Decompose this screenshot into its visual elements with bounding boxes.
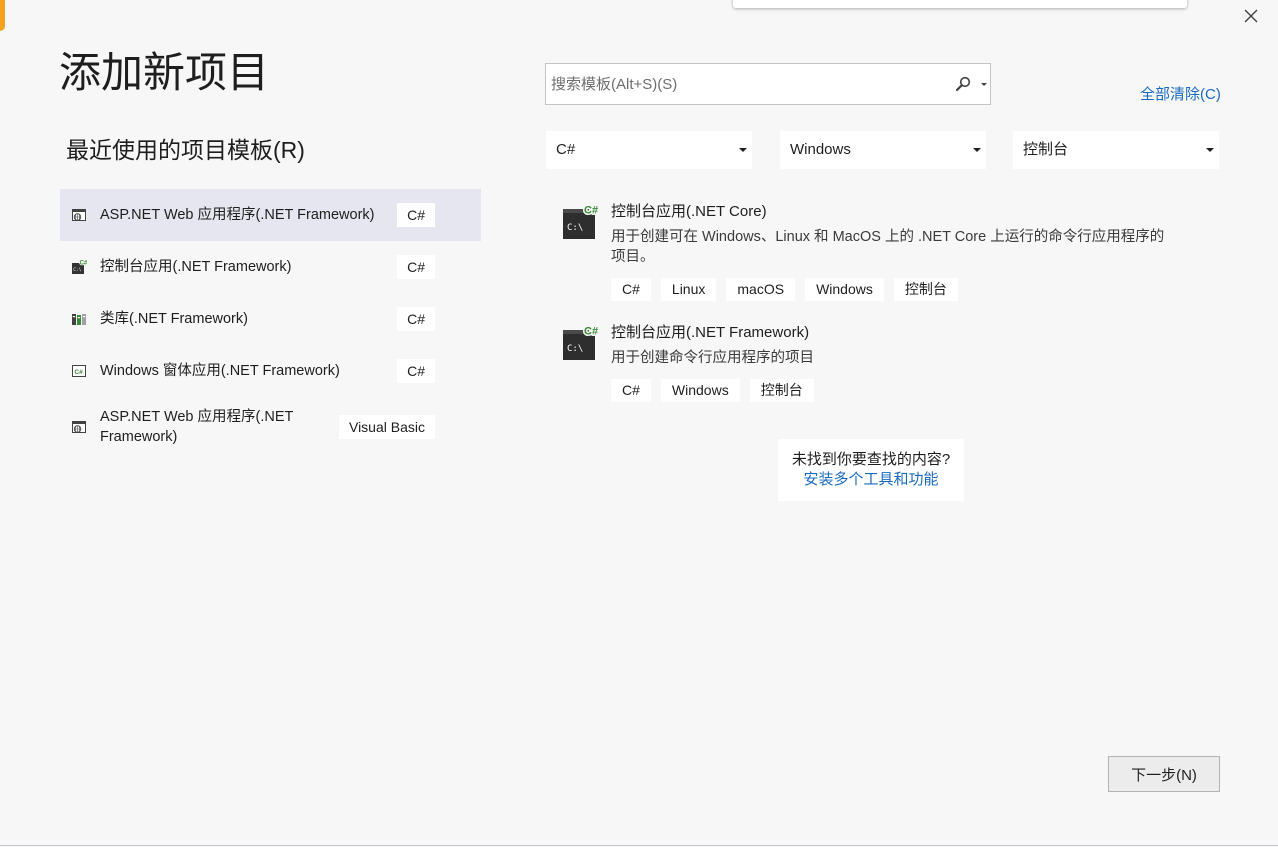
- list-item[interactable]: 类库(.NET Framework) C#: [60, 293, 481, 345]
- recent-templates-list: ASP.NET Web 应用程序(.NET Framework) C# C:\ …: [60, 189, 481, 457]
- recent-templates-heading: 最近使用的项目模板(R): [66, 137, 305, 163]
- list-item-label: ASP.NET Web 应用程序(.NET Framework): [100, 207, 375, 223]
- chevron-down-icon[interactable]: [973, 148, 981, 152]
- install-tools-link[interactable]: 安装多个工具和功能: [778, 470, 964, 490]
- tag: Windows: [805, 278, 884, 301]
- window-accent: [0, 0, 5, 31]
- not-found-panel: 未找到你要查找的内容? 安装多个工具和功能: [778, 439, 964, 501]
- search-input[interactable]: [551, 64, 947, 104]
- web-app-icon: [72, 209, 86, 221]
- list-item-label: 类库(.NET Framework): [100, 311, 248, 327]
- csharp-mark-glyph: C#: [584, 326, 598, 338]
- list-item[interactable]: C:\ C# 控制台应用(.NET Framework) C#: [60, 241, 481, 293]
- windows-forms-icon: C#: [72, 365, 86, 377]
- tag: macOS: [726, 278, 796, 301]
- tag: Windows: [660, 379, 740, 402]
- chevron-down-icon[interactable]: [981, 83, 987, 86]
- class-library-icon: [72, 314, 86, 325]
- language-filter-dropdown[interactable]: C#: [546, 131, 752, 169]
- language-filter-value: C#: [556, 141, 576, 158]
- tag: C#: [611, 278, 651, 301]
- list-item-label: 控制台应用(.NET Framework): [100, 259, 292, 275]
- platform-filter-value: Windows: [790, 141, 851, 158]
- next-button[interactable]: 下一步(N): [1108, 756, 1220, 792]
- csharp-mark-glyph: C#: [584, 205, 598, 217]
- template-description: 用于创建命令行应用程序的项目: [611, 350, 814, 366]
- tag: 控制台: [893, 278, 958, 301]
- console-prompt-glyph: C:\: [567, 223, 583, 233]
- project-type-filter-value: 控制台: [1023, 141, 1069, 158]
- template-result-body: 控制台应用(.NET Core) 用于创建可在 Windows、Linux 和 …: [611, 201, 1171, 301]
- clear-all-link[interactable]: 全部清除(C): [1140, 85, 1221, 105]
- close-icon: [1244, 9, 1258, 23]
- template-tags: C# Windows 控制台: [611, 379, 1171, 402]
- chevron-down-icon[interactable]: [739, 148, 747, 152]
- language-badge: C#: [397, 203, 435, 227]
- not-found-question: 未找到你要查找的内容?: [791, 451, 951, 468]
- language-badge: Visual Basic: [338, 415, 435, 439]
- search-icon[interactable]: [955, 76, 971, 92]
- list-item-label: Windows 窗体应用(.NET Framework): [100, 363, 340, 379]
- search-box[interactable]: [545, 63, 991, 105]
- console-app-icon: C:\ C#: [563, 203, 599, 239]
- language-badge: C#: [397, 255, 435, 279]
- csharp-mark-glyph: C#: [80, 261, 87, 267]
- template-tags: C# Linux macOS Windows 控制台: [611, 278, 1171, 301]
- console-app-icon: C:\ C#: [72, 260, 87, 274]
- page-title: 添加新项目: [59, 49, 270, 96]
- list-item[interactable]: C# Windows 窗体应用(.NET Framework) C#: [60, 345, 481, 397]
- template-results-list: C:\ C# 控制台应用(.NET Core) 用于创建可在 Windows、L…: [562, 201, 1182, 402]
- list-item-label: ASP.NET Web 应用程序(.NET Framework): [100, 409, 294, 445]
- chevron-down-icon[interactable]: [1206, 148, 1214, 152]
- tag: Linux: [660, 278, 717, 301]
- template-result[interactable]: C:\ C# 控制台应用(.NET Core) 用于创建可在 Windows、L…: [562, 201, 1182, 301]
- console-prompt-glyph: C:\: [73, 267, 81, 273]
- web-app-icon: [72, 421, 86, 433]
- close-button[interactable]: [1241, 6, 1261, 26]
- template-title: 控制台应用(.NET Framework): [611, 324, 810, 341]
- tag: 控制台: [749, 379, 814, 402]
- platform-filter-dropdown[interactable]: Windows: [780, 131, 986, 169]
- template-result-body: 控制台应用(.NET Framework) 用于创建命令行应用程序的项目 C# …: [611, 322, 1171, 402]
- list-item[interactable]: ASP.NET Web 应用程序(.NET Framework) Visual …: [60, 397, 481, 457]
- language-badge: C#: [397, 307, 435, 331]
- window-bottom-border: [0, 845, 1278, 846]
- template-description: 用于创建可在 Windows、Linux 和 MacOS 上的 .NET Cor…: [611, 229, 1165, 265]
- list-item[interactable]: ASP.NET Web 应用程序(.NET Framework) C#: [60, 189, 481, 241]
- template-title: 控制台应用(.NET Core): [611, 203, 767, 220]
- language-badge: C#: [397, 359, 435, 383]
- csharp-mark-glyph: C#: [74, 369, 83, 376]
- tag: C#: [611, 379, 651, 402]
- project-type-filter-dropdown[interactable]: 控制台: [1013, 131, 1219, 169]
- template-result[interactable]: C:\ C# 控制台应用(.NET Framework) 用于创建命令行应用程序…: [562, 322, 1182, 402]
- console-prompt-glyph: C:\: [567, 344, 583, 354]
- console-app-icon: C:\ C#: [563, 324, 599, 360]
- add-new-project-dialog: 添加新项目 全部清除(C) 最近使用的项目模板(R) ASP.NET Web 应…: [0, 0, 1278, 847]
- popup-panel-edge: [733, 0, 1187, 8]
